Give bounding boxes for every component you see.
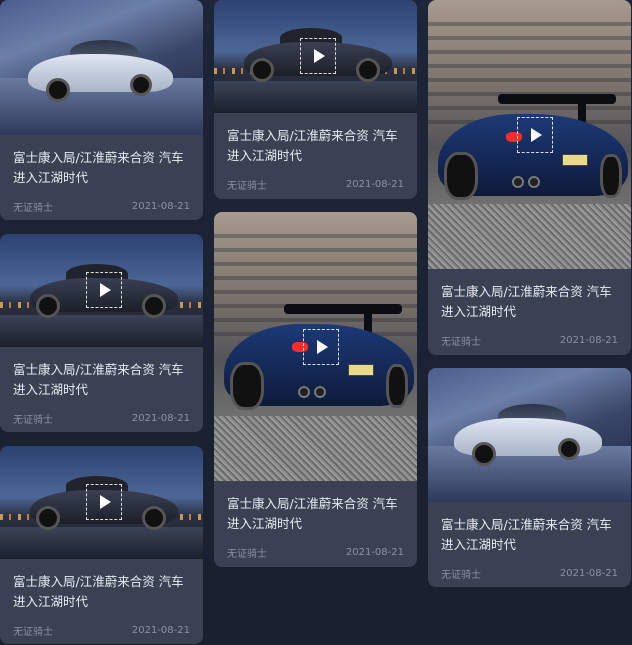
play-icon	[317, 340, 328, 354]
card-title[interactable]: 富士康入局/江淮蔚来合资 汽车进入江湖时代	[441, 282, 618, 322]
play-button[interactable]	[86, 272, 122, 308]
feed-card[interactable]: 富士康入局/江淮蔚来合资 汽车进入江湖时代 无证骑士 2021-08-21	[0, 234, 203, 432]
card-title[interactable]: 富士康入局/江淮蔚来合资 汽车进入江湖时代	[13, 360, 190, 400]
play-icon	[100, 283, 111, 297]
play-button[interactable]	[517, 117, 553, 153]
card-author: 无证骑士	[441, 570, 481, 581]
card-title[interactable]: 富士康入局/江淮蔚来合资 汽车进入江湖时代	[227, 494, 404, 534]
card-date: 2021-08-21	[559, 335, 618, 346]
card-author: 无证骑士	[441, 337, 481, 348]
card-title[interactable]: 富士康入局/江淮蔚来合资 汽车进入江湖时代	[13, 148, 190, 188]
card-date: 2021-08-21	[131, 625, 190, 636]
card-title[interactable]: 富士康入局/江淮蔚来合资 汽车进入江湖时代	[13, 572, 190, 612]
play-icon	[100, 495, 111, 509]
card-author: 无证骑士	[13, 203, 53, 214]
play-icon	[531, 128, 542, 142]
car-image	[428, 94, 628, 214]
feed-card[interactable]: 富士康入局/江淮蔚来合资 汽车进入江湖时代 无证骑士 2021-08-21	[214, 0, 417, 199]
card-author: 无证骑士	[13, 415, 53, 426]
card-thumbnail[interactable]	[214, 0, 417, 113]
gravel-ground	[428, 204, 631, 269]
feed-card[interactable]: 富士康入局/江淮蔚来合资 汽车进入江湖时代 无证骑士 2021-08-21	[0, 446, 203, 644]
card-thumbnail[interactable]	[214, 212, 417, 481]
feed-card[interactable]: 富士康入局/江淮蔚来合资 汽车进入江湖时代 无证骑士 2021-08-21	[428, 0, 631, 355]
card-thumbnail[interactable]	[428, 0, 631, 269]
card-author: 无证骑士	[227, 549, 267, 560]
card-date: 2021-08-21	[345, 547, 404, 558]
feed-card[interactable]: 富士康入局/江淮蔚来合资 汽车进入江湖时代 无证骑士 2021-08-21	[214, 212, 417, 567]
gravel-ground	[214, 416, 417, 481]
car-image	[28, 38, 173, 108]
play-button[interactable]	[303, 329, 339, 365]
card-date: 2021-08-21	[131, 201, 190, 212]
card-author: 无证骑士	[227, 181, 267, 192]
card-title[interactable]: 富士康入局/江淮蔚来合资 汽车进入江湖时代	[441, 515, 618, 555]
card-date: 2021-08-21	[345, 179, 404, 190]
car-image	[454, 402, 602, 472]
play-button[interactable]	[86, 484, 122, 520]
play-icon	[314, 49, 325, 63]
video-feed: 富士康入局/江淮蔚来合资 汽车进入江湖时代 无证骑士 2021-08-21 富士…	[0, 0, 632, 645]
card-date: 2021-08-21	[559, 568, 618, 579]
play-button[interactable]	[300, 38, 336, 74]
card-thumbnail[interactable]	[0, 234, 203, 347]
feed-card[interactable]: 富士康入局/江淮蔚来合资 汽车进入江湖时代 无证骑士 2021-08-21	[428, 368, 631, 587]
card-author: 无证骑士	[13, 627, 53, 638]
feed-card[interactable]: 富士康入局/江淮蔚来合资 汽车进入江湖时代 无证骑士 2021-08-21	[0, 0, 203, 220]
card-title[interactable]: 富士康入局/江淮蔚来合资 汽车进入江湖时代	[227, 126, 404, 166]
card-date: 2021-08-21	[131, 413, 190, 424]
card-thumbnail[interactable]	[428, 368, 631, 502]
card-thumbnail[interactable]	[0, 0, 203, 135]
card-thumbnail[interactable]	[0, 446, 203, 559]
